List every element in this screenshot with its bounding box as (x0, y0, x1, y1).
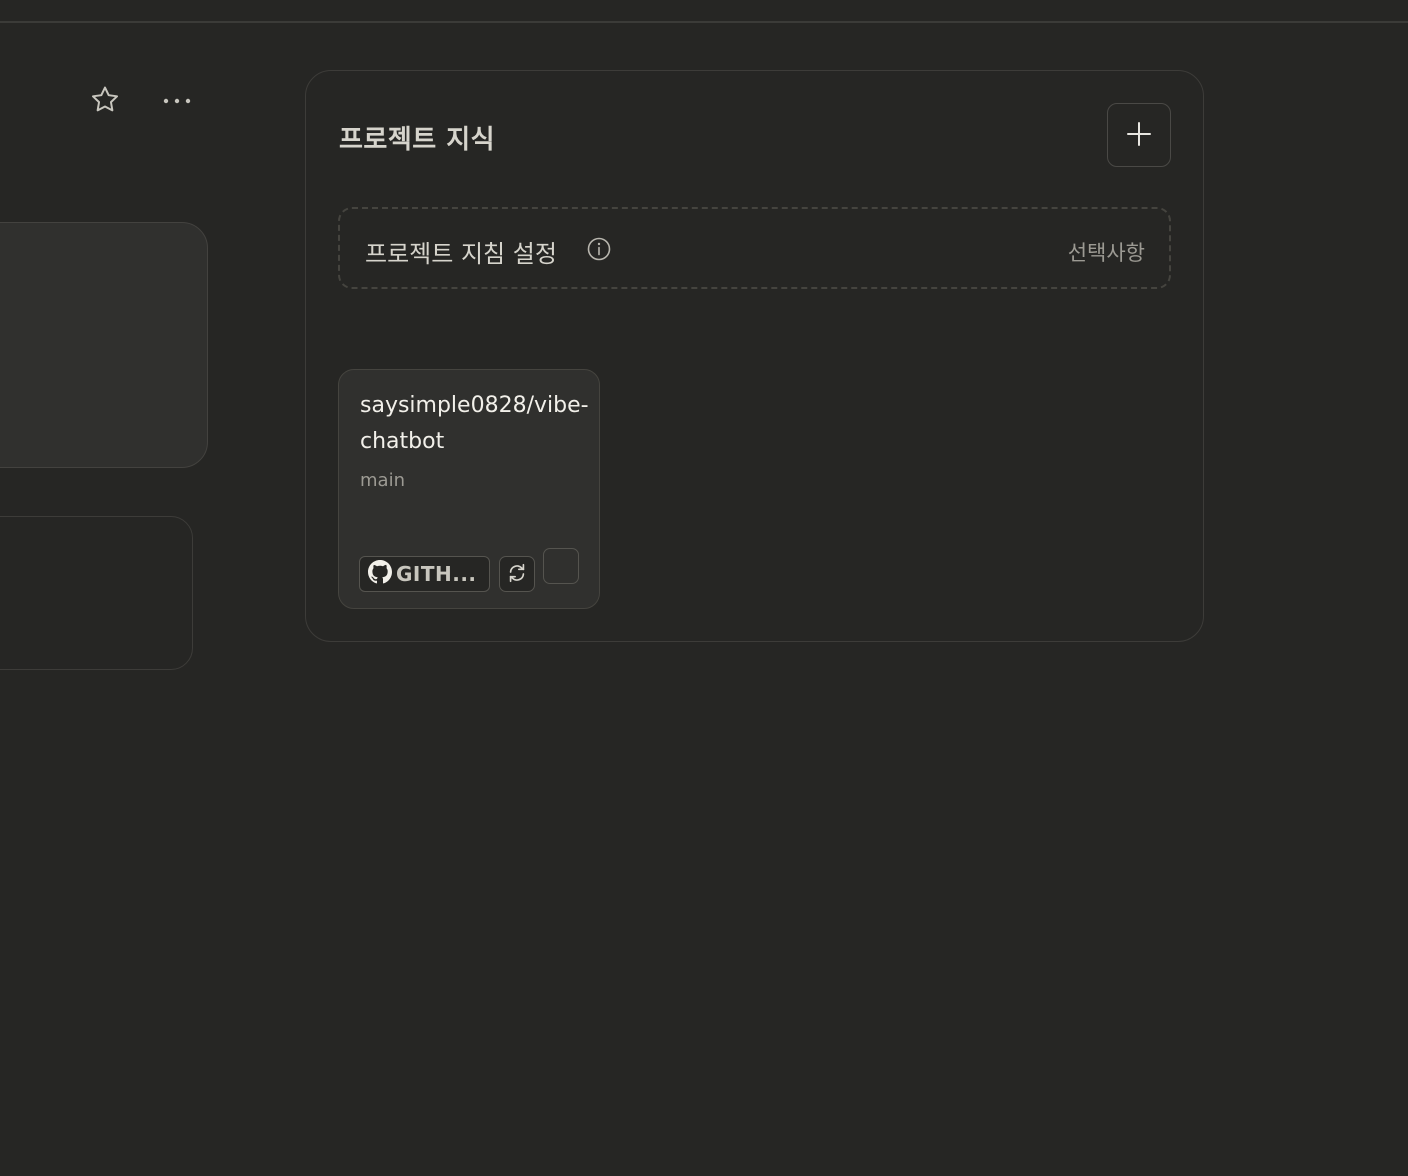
more-options-button[interactable] (154, 78, 200, 124)
repository-branch: main (360, 470, 405, 491)
info-icon[interactable] (586, 236, 612, 262)
github-source-badge[interactable]: GITH... (359, 556, 490, 592)
chat-composer[interactable]: nnet (0, 222, 208, 662)
add-knowledge-button[interactable] (1107, 103, 1171, 167)
project-instructions-button[interactable]: 프로젝트 지침 설정 선택사항 (338, 207, 1171, 289)
repository-name: saysimple0828/vibe-chatbot (360, 393, 589, 454)
optional-label: 선택사항 (1067, 241, 1145, 265)
favorite-button[interactable] (82, 78, 128, 124)
github-icon (368, 559, 392, 589)
star-icon (88, 83, 122, 120)
repository-card[interactable]: saysimple0828/vibe-chatbot main GITH... (338, 369, 600, 609)
sync-button[interactable] (499, 556, 535, 592)
select-checkbox[interactable] (543, 548, 579, 584)
panel-title: 프로젝트 지식 (339, 125, 496, 155)
conversation-card[interactable] (0, 516, 193, 670)
more-horizontal-icon (160, 94, 194, 109)
project-knowledge-panel: 프로젝트 지식 프로젝트 지침 설정 선택사항 saysimple0828/vi… (305, 70, 1204, 642)
instructions-label: 프로젝트 지침 설정 (365, 240, 557, 268)
sync-icon (506, 562, 528, 587)
top-bar (0, 0, 1408, 23)
plus-icon (1126, 121, 1152, 150)
source-label: GITH... (396, 562, 477, 586)
